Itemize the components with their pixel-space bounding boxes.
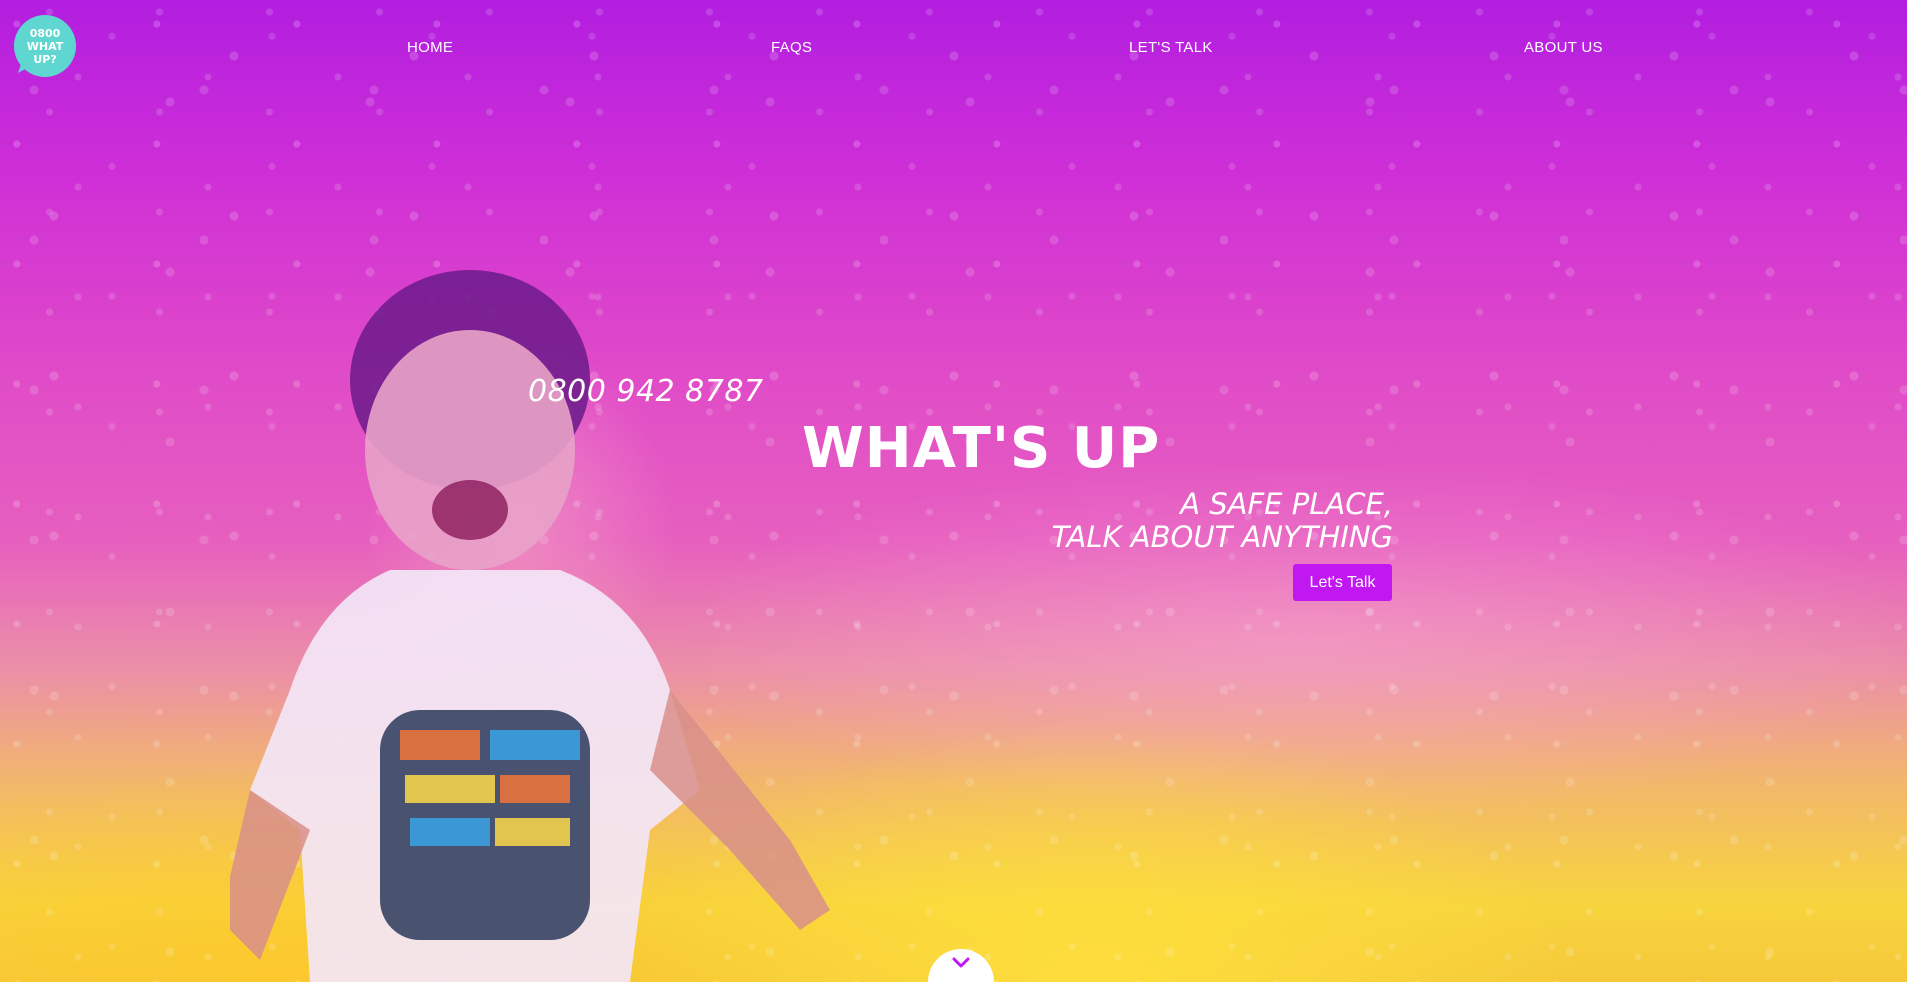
- site-logo[interactable]: 0800 WHAT UP?: [14, 15, 76, 77]
- hero-title: WHAT'S UP: [802, 416, 1161, 481]
- hero-tagline-line-1: A SAFE PLACE,: [1180, 487, 1393, 521]
- logo-line-3: UP?: [33, 53, 56, 66]
- lets-talk-button[interactable]: Let's Talk: [1293, 564, 1392, 601]
- nav-lets-talk[interactable]: LET'S TALK: [1129, 39, 1213, 56]
- logo-line-2: WHAT: [27, 40, 64, 53]
- chevron-down-icon: [952, 957, 970, 968]
- nav-home[interactable]: HOME: [407, 39, 453, 56]
- nav-faqs[interactable]: FAQS: [771, 39, 812, 56]
- hero-tagline-line-2: TALK ABOUT ANYTHING: [1051, 520, 1394, 554]
- main-navigation: 0800 WHAT UP? HOME FAQS LET'S TALK ABOUT…: [0, 0, 1907, 100]
- hero-phone-number: 0800 942 8787: [528, 374, 764, 409]
- logo-line-1: 0800: [30, 27, 61, 40]
- nav-about-us[interactable]: ABOUT US: [1524, 39, 1603, 56]
- speech-bubble-logo-icon: 0800 WHAT UP?: [17, 18, 73, 74]
- hero-tagline: A SAFE PLACE, TALK ABOUT ANYTHING: [1052, 488, 1394, 554]
- hero-section: 0800 WHAT UP? HOME FAQS LET'S TALK ABOUT…: [0, 0, 1907, 982]
